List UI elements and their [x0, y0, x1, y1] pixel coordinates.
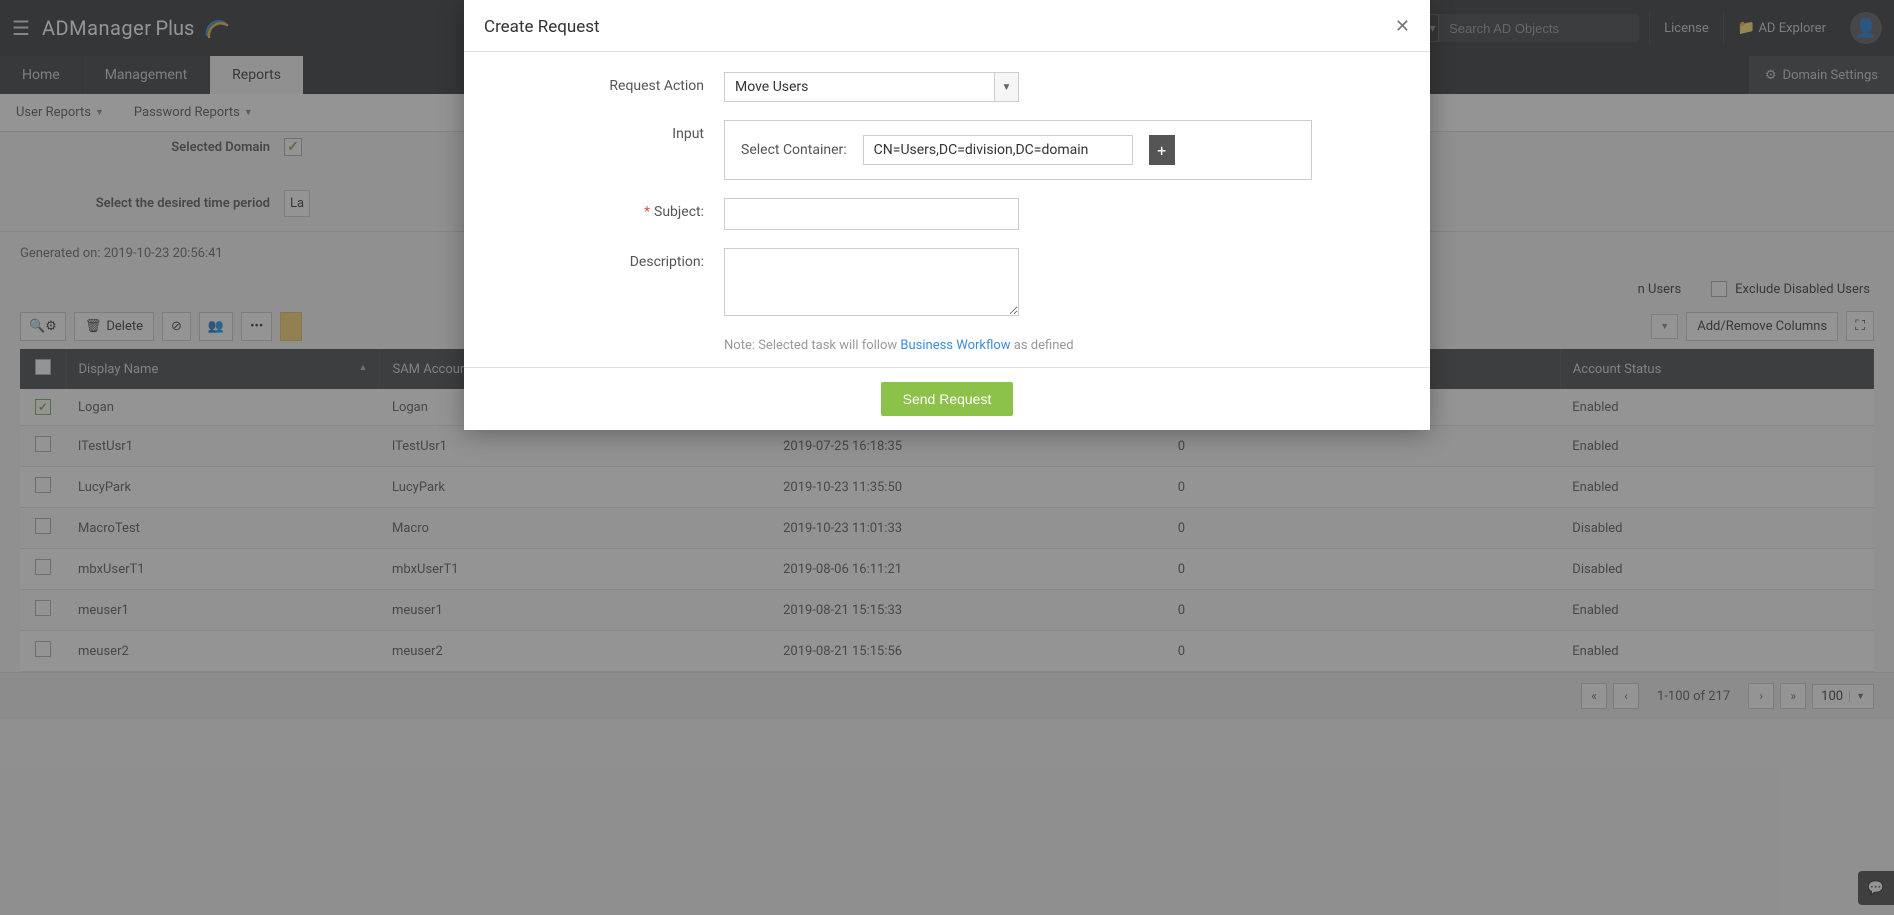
input-container-box: Select Container: CN=Users,DC=division,D… — [724, 120, 1312, 180]
container-path-display: CN=Users,DC=division,DC=domain — [863, 135, 1133, 165]
workflow-note: Note: Selected task will follow Business… — [724, 338, 1390, 353]
modal-close-button[interactable]: ✕ — [1395, 16, 1410, 37]
note-suffix: as defined — [1011, 338, 1074, 353]
input-label: Input — [504, 120, 724, 142]
modal-body: Request Action Move Users ▼ Input Select… — [464, 52, 1430, 367]
modal-overlay: Create Request ✕ Request Action Move Use… — [0, 0, 1894, 915]
request-action-label: Request Action — [504, 72, 724, 94]
add-container-button[interactable]: + — [1149, 135, 1175, 165]
required-star-icon: * — [644, 204, 650, 220]
request-action-value: Move Users — [724, 72, 995, 102]
subject-row: *Subject: — [504, 198, 1390, 230]
send-request-button[interactable]: Send Request — [881, 382, 1014, 416]
modal-header: Create Request ✕ — [464, 0, 1430, 52]
description-label: Description: — [504, 248, 724, 270]
modal-footer: Send Request — [464, 367, 1430, 430]
subject-label: *Subject: — [504, 198, 724, 220]
create-request-modal: Create Request ✕ Request Action Move Use… — [464, 0, 1430, 430]
note-prefix: Note: Selected task will follow — [724, 338, 900, 353]
modal-title: Create Request — [484, 17, 600, 37]
input-row: Input Select Container: CN=Users,DC=divi… — [504, 120, 1390, 180]
request-action-select[interactable]: Move Users ▼ — [724, 72, 1019, 102]
request-action-row: Request Action Move Users ▼ — [504, 72, 1390, 102]
chevron-down-icon: ▼ — [995, 72, 1019, 102]
description-textarea[interactable] — [724, 248, 1019, 316]
business-workflow-link[interactable]: Business Workflow — [900, 338, 1010, 353]
subject-input[interactable] — [724, 198, 1019, 230]
select-container-label: Select Container: — [741, 142, 847, 158]
description-row: Description: — [504, 248, 1390, 320]
